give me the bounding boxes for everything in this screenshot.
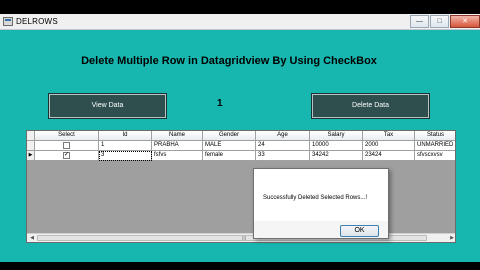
select-cell[interactable]: ✓: [35, 151, 99, 161]
window-title: DELROWS: [16, 17, 58, 26]
tax-cell[interactable]: 23424: [363, 151, 415, 161]
scroll-left-icon[interactable]: ◀: [28, 235, 36, 242]
status-cell[interactable]: sfvscxvsv: [415, 151, 455, 161]
scroll-right-icon[interactable]: ▶: [448, 235, 455, 242]
column-header-select[interactable]: Select: [35, 131, 99, 141]
status-cell[interactable]: UNMARRIED: [415, 141, 455, 151]
page-heading: Delete Multiple Row in Datagridview By U…: [81, 55, 377, 67]
message-text: Successfully Deleted Selected Rows...!: [263, 195, 368, 201]
grid-header-row: Select Id Name Gender Age Salary Tax Sta…: [27, 131, 455, 141]
count-label: 1: [217, 98, 223, 109]
name-cell[interactable]: fsfvs: [152, 151, 203, 161]
name-cell[interactable]: PRABHA: [152, 141, 203, 151]
window-controls: — □ ✕: [410, 15, 480, 28]
maximize-button[interactable]: □: [430, 15, 449, 28]
row-header[interactable]: [27, 141, 35, 151]
gender-cell[interactable]: MALE: [203, 141, 256, 151]
column-header-gender[interactable]: Gender: [203, 131, 256, 141]
delete-data-button[interactable]: Delete Data: [311, 93, 430, 119]
table-row[interactable]: 1 PRABHA MALE 24 10000 2000 UNMARRIED: [27, 141, 455, 151]
age-cell[interactable]: 24: [256, 141, 310, 151]
row-header-corner: [27, 131, 35, 141]
scroll-grip-icon: III: [242, 236, 247, 242]
select-cell[interactable]: [35, 141, 99, 151]
app-icon: [3, 17, 13, 26]
column-header-name[interactable]: Name: [152, 131, 203, 141]
current-row-arrow-icon: ▶: [28, 152, 33, 158]
column-header-age[interactable]: Age: [256, 131, 310, 141]
age-cell[interactable]: 33: [256, 151, 310, 161]
id-cell[interactable]: 3: [99, 151, 152, 161]
column-header-status[interactable]: Status: [415, 131, 455, 141]
ok-button[interactable]: OK: [340, 225, 379, 237]
data-grid[interactable]: Select Id Name Gender Age Salary Tax Sta…: [26, 130, 456, 243]
message-box: Successfully Deleted Selected Rows...! O…: [253, 168, 389, 239]
gender-cell[interactable]: female: [203, 151, 256, 161]
view-data-button[interactable]: View Data: [48, 93, 167, 119]
row-checkbox[interactable]: [63, 142, 70, 149]
salary-cell[interactable]: 10000: [310, 141, 363, 151]
close-button[interactable]: ✕: [450, 15, 480, 28]
title-bar: DELROWS — □ ✕: [0, 14, 480, 30]
id-cell[interactable]: 1: [99, 141, 152, 151]
salary-cell[interactable]: 34242: [310, 151, 363, 161]
row-checkbox-checked[interactable]: ✓: [63, 152, 70, 159]
row-header[interactable]: ▶: [27, 151, 35, 161]
column-header-tax[interactable]: Tax: [363, 131, 415, 141]
column-header-salary[interactable]: Salary: [310, 131, 363, 141]
column-header-id[interactable]: Id: [99, 131, 152, 141]
minimize-button[interactable]: —: [410, 15, 429, 28]
horizontal-scrollbar[interactable]: ◀ III ▶: [27, 233, 455, 242]
tax-cell[interactable]: 2000: [363, 141, 415, 151]
table-row[interactable]: ▶ ✓ 3 fsfvs female 33 34242 23424 sfvscx…: [27, 151, 455, 161]
